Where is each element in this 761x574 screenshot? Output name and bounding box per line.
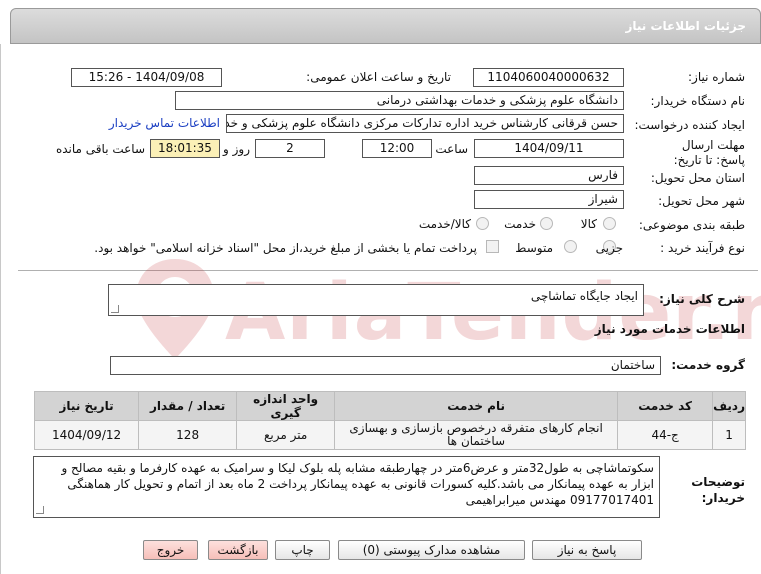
buyer-org-label: نام دستگاه خریدار: [650, 94, 746, 108]
col-header-need-date: تاریخ نیاز [33, 391, 140, 421]
process-label: نوع فرآیند خرید : [660, 241, 745, 255]
need-number-label: شماره نیاز: [688, 70, 745, 84]
reply-button[interactable]: پاسخ به نیاز [532, 540, 642, 560]
category-radio-goods[interactable] [603, 217, 616, 230]
cell-service-name: انجام کارهای متفرقه درخصوص بازسازی و بهس… [334, 420, 619, 450]
contact-buyer-link[interactable]: اطلاعات تماس خریدار [109, 116, 220, 130]
remaining-label: ساعت باقی مانده [55, 142, 145, 156]
deadline-label: مهلت ارسال پاسخ: تا تاریخ: [673, 138, 745, 167]
payment-note: پرداخت تمام یا بخشی از مبلغ خرید،از محل … [94, 241, 477, 255]
cell-need-date: 1404/09/12 [33, 420, 140, 450]
province-field[interactable]: فارس [474, 166, 624, 185]
title-bar: جزئیات اطلاعات نیاز [10, 8, 761, 44]
category-option-service: خدمت [504, 217, 536, 231]
process-radio-medium[interactable] [564, 240, 577, 253]
col-header-unit: واحد اندازه گیری [236, 391, 336, 421]
col-header-service-name: نام خدمت [334, 391, 619, 421]
process-option-minor: جزیی [595, 241, 623, 255]
section-divider [18, 270, 758, 271]
need-number-field[interactable]: 1104060040000632 [473, 68, 624, 87]
days-label: روز و [223, 142, 250, 156]
creator-field[interactable]: حسن قرقانی کارشناس خرید اداره تدارکات مر… [226, 114, 624, 133]
announce-label: تاریخ و ساعت اعلان عمومی: [306, 70, 451, 84]
remaining-time-field[interactable]: 18:01:35 [150, 139, 220, 158]
buyer-notes-label: توضیحات خریدار: [691, 475, 745, 505]
treasury-checkbox[interactable] [486, 240, 499, 253]
city-label: شهر محل تحویل: [658, 194, 745, 208]
cell-unit: متر مربع [236, 420, 336, 450]
col-header-row-number: ردیف [712, 391, 746, 421]
announce-field[interactable]: 1404/09/08 - 15:26 [71, 68, 222, 87]
deadline-time-label: ساعت [435, 142, 468, 156]
summary-resize-handle[interactable] [111, 305, 119, 313]
process-option-medium: متوسط [515, 241, 553, 255]
page-title: جزئیات اطلاعات نیاز [625, 19, 746, 33]
exit-button[interactable]: خروج [143, 540, 198, 560]
deadline-time-field[interactable]: 12:00 [362, 139, 432, 158]
deadline-date-field[interactable]: 1404/09/11 [474, 139, 624, 158]
col-header-service-code: کد خدمت [617, 391, 714, 421]
category-label: طبقه بندی موضوعی: [638, 218, 745, 232]
back-button[interactable]: بازگشت [208, 540, 268, 560]
table-row[interactable]: 1 ج-44 انجام کارهای متفرقه درخصوص بازساز… [33, 420, 746, 450]
service-group-field[interactable]: ساختمان [110, 356, 661, 375]
cell-row-number: 1 [712, 420, 746, 450]
services-section-title: اطلاعات خدمات مورد نیاز [594, 322, 745, 336]
buyer-notes-field[interactable]: سکوتماشاچی به طول32متر و عرض6متر در چهار… [33, 456, 660, 518]
creator-label: ایجاد کننده درخواست: [634, 118, 745, 132]
category-option-goods: کالا [580, 217, 597, 231]
need-details-page: جزئیات اطلاعات نیاز شماره نیاز: 11040600… [0, 0, 761, 574]
category-radio-goods-service[interactable] [476, 217, 489, 230]
notes-resize-handle[interactable] [36, 506, 44, 514]
col-header-quantity: تعداد / مقدار [138, 391, 238, 421]
province-label: استان محل تحویل: [650, 171, 745, 185]
services-table: ردیف کد خدمت نام خدمت واحد اندازه گیری ت… [33, 391, 746, 450]
print-button[interactable]: چاپ [275, 540, 330, 560]
cell-service-code: ج-44 [617, 420, 714, 450]
summary-label: شرح کلی نیاز: [659, 292, 745, 306]
service-group-label: گروه خدمت: [671, 358, 745, 372]
table-header-row: ردیف کد خدمت نام خدمت واحد اندازه گیری ت… [33, 391, 746, 421]
category-radio-service[interactable] [540, 217, 553, 230]
buyer-org-field[interactable]: دانشگاه علوم پزشکی و خدمات بهداشتی درمان… [175, 91, 624, 110]
cell-quantity: 128 [138, 420, 238, 450]
days-field[interactable]: 2 [255, 139, 325, 158]
summary-field[interactable]: ایجاد جایگاه تماشاچی [108, 284, 644, 316]
city-field[interactable]: شیراز [474, 190, 624, 209]
view-attachments-button[interactable]: مشاهده مدارک پیوستی (0) [338, 540, 525, 560]
category-option-goods-service: کالا/خدمت [418, 217, 471, 231]
